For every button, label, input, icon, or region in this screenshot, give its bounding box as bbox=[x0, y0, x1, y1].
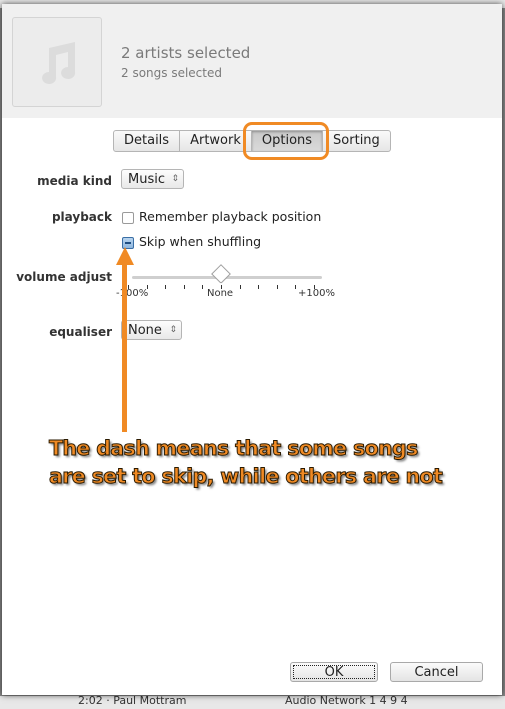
music-note-icon bbox=[42, 42, 76, 84]
volume-adjust-label: volume adjust bbox=[16, 270, 112, 284]
media-kind-select[interactable]: Music ⇕ bbox=[121, 169, 184, 189]
volume-min-label: -100% bbox=[116, 288, 149, 299]
background-row-text-left: 2:02 · Paul Mottram bbox=[78, 694, 187, 707]
artwork-placeholder bbox=[12, 17, 102, 107]
updown-chevron-icon: ⇕ bbox=[171, 174, 179, 184]
tab-details[interactable]: Details bbox=[114, 131, 181, 151]
selection-subtitle: 2 songs selected bbox=[121, 66, 222, 80]
options-tab-highlight bbox=[243, 122, 329, 160]
ok-button[interactable]: OK bbox=[290, 662, 378, 682]
tab-sorting[interactable]: Sorting bbox=[323, 131, 390, 151]
remember-position-label: Remember playback position bbox=[139, 209, 322, 224]
background-list-row: 2:02 · Paul Mottram Audio Network 1 4 9 … bbox=[0, 694, 505, 709]
tab-artwork[interactable]: Artwork bbox=[180, 131, 252, 151]
equaliser-label: equaliser bbox=[49, 325, 112, 339]
media-kind-label: media kind bbox=[37, 174, 112, 188]
playback-label: playback bbox=[51, 210, 112, 224]
media-kind-value: Music bbox=[128, 172, 165, 187]
skip-shuffling-label: Skip when shuffling bbox=[139, 234, 262, 249]
annotation-line-1: The dash means that some songs bbox=[49, 436, 419, 461]
volume-tick bbox=[295, 285, 297, 289]
volume-tick bbox=[183, 285, 185, 289]
annotation-callout: The dash means that some songs are set t… bbox=[49, 434, 469, 490]
remember-position-checkbox[interactable] bbox=[122, 212, 134, 224]
dialog-header: 2 artists selected 2 songs selected bbox=[2, 4, 502, 118]
selection-title: 2 artists selected bbox=[121, 44, 251, 62]
volume-tick bbox=[239, 285, 241, 289]
equaliser-select[interactable]: None ⇕ bbox=[121, 320, 182, 340]
background-row-text-right: Audio Network 1 4 9 4 bbox=[285, 694, 408, 707]
volume-max-label: +100% bbox=[298, 288, 335, 299]
annotation-arrow-line bbox=[122, 262, 127, 432]
volume-mid-label: None bbox=[207, 288, 234, 299]
volume-tick bbox=[258, 285, 260, 289]
volume-tick bbox=[165, 285, 167, 289]
volume-slider-thumb[interactable] bbox=[211, 264, 231, 284]
annotation-line-2: are set to skip, while others are not bbox=[49, 464, 444, 489]
volume-tick bbox=[202, 285, 204, 289]
equaliser-value: None bbox=[128, 323, 162, 338]
volume-tick bbox=[276, 285, 278, 289]
updown-chevron-icon: ⇕ bbox=[169, 325, 177, 335]
song-info-dialog: 2 artists selected 2 songs selected Deta… bbox=[2, 4, 502, 695]
cancel-button[interactable]: Cancel bbox=[390, 662, 483, 682]
